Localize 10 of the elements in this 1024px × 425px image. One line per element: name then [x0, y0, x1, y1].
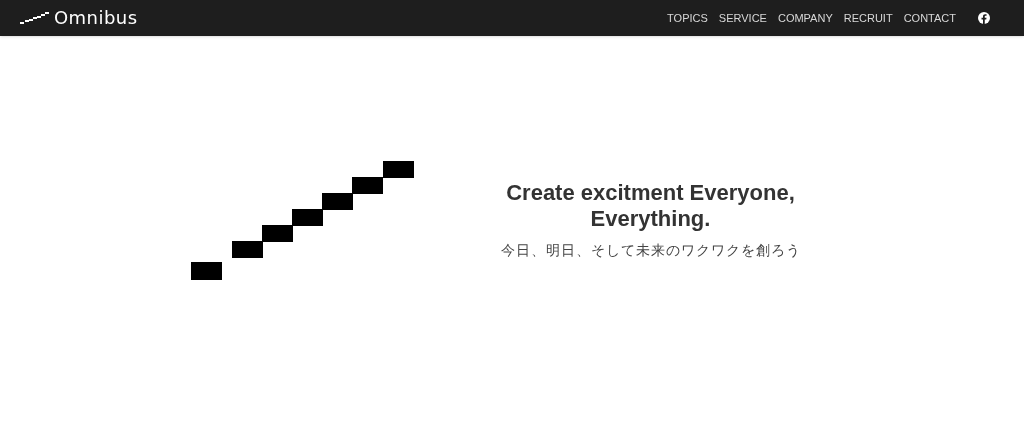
nav-link[interactable]: TOPICS — [667, 9, 708, 27]
headline: Create excitment Everyone, Everything. — [506, 180, 795, 232]
facebook-icon[interactable] — [978, 12, 990, 24]
nav-link[interactable]: COMPANY — [777, 9, 833, 27]
nav-link[interactable]: CONTACT — [903, 9, 956, 27]
logo-link[interactable]: Omnibus — [20, 9, 138, 27]
stairs-logo-icon — [20, 12, 50, 24]
nav-link[interactable]: RECRUIT — [843, 9, 893, 27]
nav-link[interactable]: SERVICE — [718, 9, 767, 27]
tagline: 今日、明日、そして未来のワクワクを創ろう — [500, 241, 801, 260]
